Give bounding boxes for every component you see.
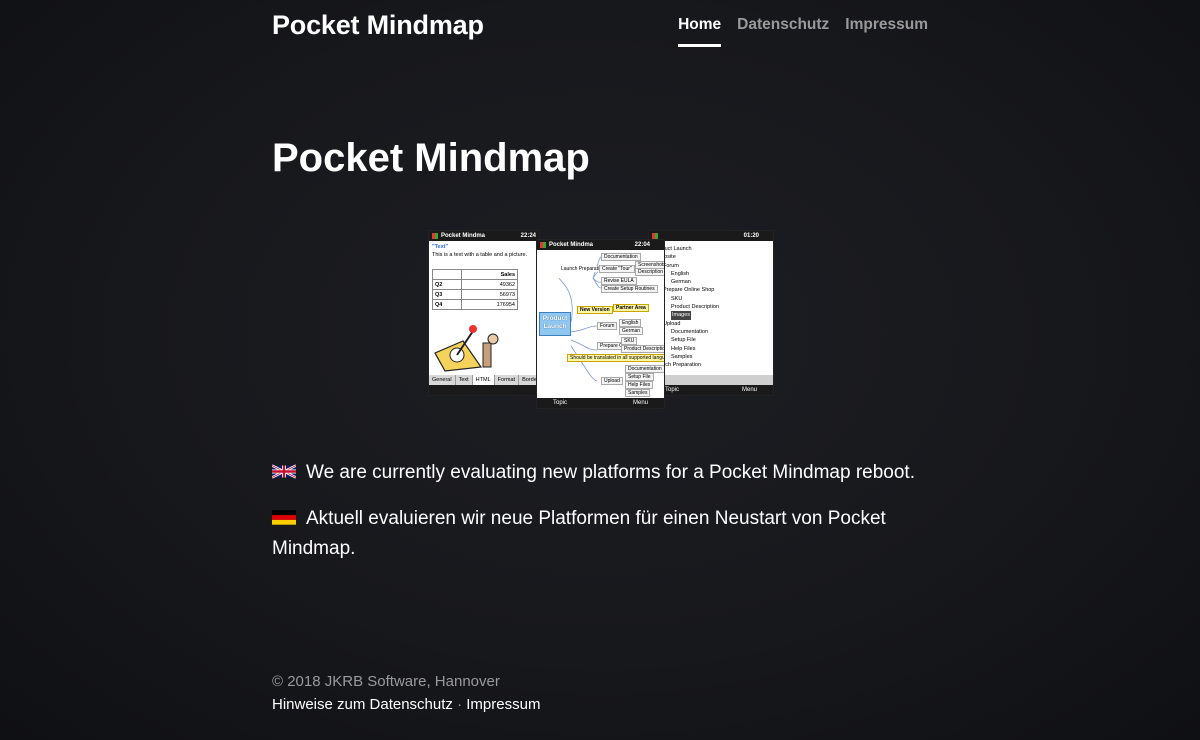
footer-links: Hinweise zum Datenschutz · Impressum: [272, 693, 540, 716]
footer-separator: ·: [457, 696, 463, 713]
editor-tabs: General Text HTML Format Border: [429, 375, 539, 385]
site-header: Pocket Mindmap Home Datenschutz Impressu…: [272, 0, 928, 60]
nav-home[interactable]: Home: [678, 16, 722, 47]
central-topic: Product Launch: [539, 312, 571, 336]
sales-table: Sales Q2 49362 Q3 56973 Q4 176954: [431, 269, 518, 310]
copyright-text: © 2018 JKRB Software, Hannover: [272, 673, 500, 690]
screenshot-tree-view: 01:20 Product Launch Website Forum Engli…: [648, 230, 774, 396]
german-flag-icon: [272, 510, 296, 525]
clipart-icon: [434, 325, 499, 372]
page-title: Pocket Mindmap: [272, 136, 590, 180]
main-nav: Home Datenschutz Impressum: [678, 16, 928, 47]
nav-datenschutz[interactable]: Datenschutz: [737, 16, 829, 47]
site-brand[interactable]: Pocket Mindmap: [272, 10, 484, 41]
message-english: We are currently evaluating new platform…: [272, 458, 928, 488]
tree-toolbar: [649, 375, 773, 385]
message-german: Aktuell evaluieren wir neue Platformen f…: [272, 508, 886, 559]
imprint-link[interactable]: Impressum: [466, 696, 540, 713]
screenshot-text-editor: Pocket Mindma 22:24 "Text" This is a tex…: [428, 230, 540, 396]
screenshot-mindmap: Pocket Mindma 22:04 Launch Preparation D…: [536, 239, 665, 409]
uk-flag-icon: [272, 464, 296, 479]
softkey-bar: Topic Menu: [537, 398, 664, 408]
site-footer: © 2018 JKRB Software, Hannover Hinweise …: [272, 670, 540, 716]
privacy-link[interactable]: Hinweise zum Datenschutz: [272, 696, 453, 713]
app-screenshot: Pocket Mindma 22:24 "Text" This is a tex…: [428, 229, 774, 409]
nav-impressum[interactable]: Impressum: [845, 16, 928, 47]
